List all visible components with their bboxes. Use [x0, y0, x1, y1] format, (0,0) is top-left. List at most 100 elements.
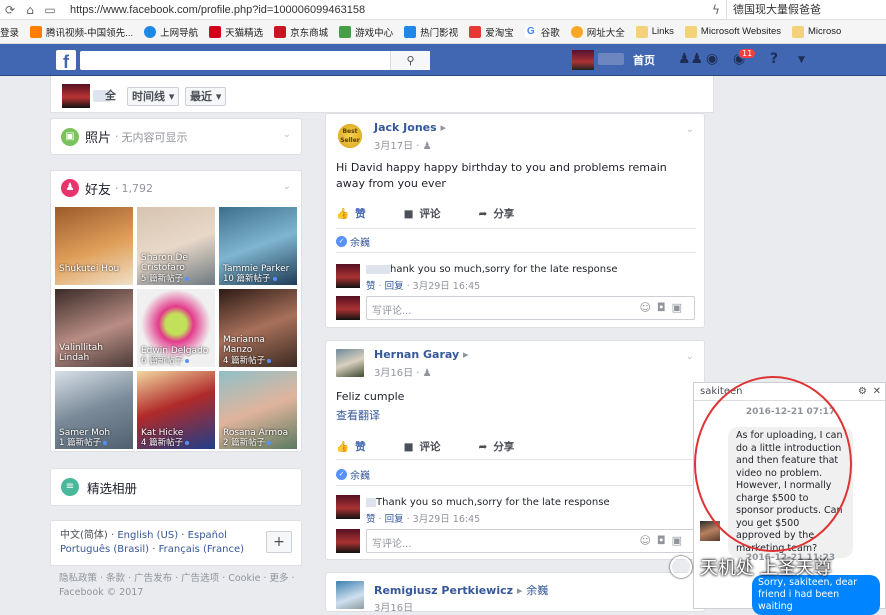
comment-input-icons[interactable]: ☺◘▣: [639, 301, 688, 314]
post-date[interactable]: 3月16日 · ♟: [374, 364, 432, 379]
chevron-down-icon[interactable]: ⌄: [283, 181, 291, 192]
footer-links[interactable]: 隐私政策 · 条款 · 广告发布 · 广告选项 · Cookie · 更多 ·: [59, 572, 299, 586]
friend-tile[interactable]: Rosana Armoa 2 篇新帖子: [219, 371, 297, 449]
post-likes[interactable]: ✓ 余巍: [336, 467, 370, 482]
thumbs-up-icon: 👍: [336, 208, 350, 220]
post-author-avatar[interactable]: Best Seller: [336, 122, 364, 150]
reload-icon[interactable]: ⟳: [0, 3, 20, 17]
friend-requests-icon[interactable]: ♟♟: [678, 51, 703, 67]
like-button[interactable]: 👍 赞: [336, 439, 366, 459]
friend-tile[interactable]: Edwin Delgado 6 篇新帖子: [137, 289, 215, 367]
share-button[interactable]: ➦ 分享: [479, 439, 515, 459]
post-author-name[interactable]: Remigiusz Pertkiewicz ▸ 余巍: [374, 582, 548, 598]
share-button[interactable]: ➦ 分享: [479, 206, 515, 226]
tab-timeline[interactable]: 时间线 ▾: [127, 87, 180, 106]
post-author-name[interactable]: Hernan Garay ▸: [374, 348, 469, 361]
jd-icon: [274, 25, 287, 38]
bookmark-item[interactable]: 登录: [0, 25, 19, 39]
home-link[interactable]: 首页: [633, 52, 655, 68]
reader-icon[interactable]: ▭: [40, 3, 60, 17]
comment-button[interactable]: ■ 评论: [404, 206, 441, 226]
my-avatar: [336, 529, 360, 553]
profile-name-blurred[interactable]: [598, 53, 624, 65]
comment-like-link[interactable]: 赞: [366, 281, 376, 292]
folder-icon: [792, 25, 804, 38]
tmall-icon: [209, 25, 222, 38]
help-icon[interactable]: ?: [770, 51, 778, 67]
language-option[interactable]: Español: [188, 530, 227, 541]
comment-reply-link[interactable]: 回复: [385, 514, 404, 525]
search-box[interactable]: 德国现大量假爸爸: [726, 0, 886, 20]
albums-title[interactable]: 精选相册: [87, 478, 137, 497]
bookmark-folder[interactable]: Links: [635, 25, 674, 38]
chevron-down-icon[interactable]: ⌄: [686, 351, 694, 362]
site-directory-icon: [570, 25, 583, 38]
bookmark-folder[interactable]: Microso: [792, 25, 841, 38]
chevron-down-icon[interactable]: ⌄: [686, 124, 694, 135]
like-button[interactable]: 👍 赞: [336, 206, 366, 226]
see-translation-link[interactable]: 查看翻译: [336, 408, 696, 424]
tab-recent[interactable]: 最近 ▾: [185, 87, 227, 106]
bookmark-item[interactable]: 游戏中心: [339, 25, 393, 39]
commenter-avatar[interactable]: [336, 264, 360, 288]
friend-tile[interactable]: Marianna Manzo 4 篇新帖子: [219, 289, 297, 367]
video-icon: [404, 25, 417, 38]
bookmark-item[interactable]: 京东商城: [274, 25, 328, 39]
albums-card[interactable]: ≡ 精选相册: [50, 468, 302, 506]
comment-input[interactable]: 写评论... ☺◘▣: [366, 529, 695, 553]
post-author-avatar[interactable]: [336, 349, 364, 377]
close-icon[interactable]: ✕: [873, 383, 881, 401]
post-date[interactable]: 3月17日 · ♟: [374, 137, 432, 152]
commenter-avatar[interactable]: [336, 495, 360, 519]
facebook-logo[interactable]: f: [56, 50, 76, 70]
bookmark-item[interactable]: 爱淘宝: [469, 25, 514, 39]
friend-tile[interactable]: Kat Hicke 4 篇新帖子: [137, 371, 215, 449]
friend-tile[interactable]: Sharon De Cristofaro 5 篇新帖子: [137, 207, 215, 285]
search-input[interactable]: ⚲: [80, 51, 430, 70]
profile-avatar[interactable]: [572, 50, 594, 70]
chevron-down-icon[interactable]: ⌄: [283, 129, 291, 140]
friend-tile[interactable]: Samer Moh 1 篇新帖子: [55, 371, 133, 449]
wechat-icon: [670, 556, 692, 578]
comment-button[interactable]: ■ 评论: [404, 439, 441, 459]
language-option[interactable]: English (US): [117, 530, 178, 541]
photos-title[interactable]: 照片: [85, 127, 111, 146]
friends-title[interactable]: 好友: [85, 179, 111, 198]
friend-tile[interactable]: Valinllitah Lindah: [55, 289, 133, 367]
friends-icon: ♟: [61, 179, 79, 197]
post-author-name[interactable]: Jack Jones ▸: [374, 121, 446, 134]
post-author-avatar[interactable]: [336, 581, 364, 609]
post-likes[interactable]: ✓ 余巍: [336, 234, 370, 249]
bookmark-item[interactable]: 网址大全: [570, 25, 625, 39]
tab-all[interactable]: 全: [101, 87, 120, 106]
bookmark-item[interactable]: G 谷歌: [524, 25, 560, 39]
like-icon: ✓: [336, 469, 347, 480]
gear-icon[interactable]: ⚙: [858, 383, 867, 401]
address-bar[interactable]: https://www.facebook.com/profile.php?id=…: [70, 4, 706, 16]
comment-like-link[interactable]: 赞: [366, 514, 376, 525]
messenger-icon[interactable]: ◉: [706, 51, 718, 67]
comment-reply-link[interactable]: 回复: [385, 281, 404, 292]
bookmark-item[interactable]: 热门影视: [404, 25, 458, 39]
photos-icon: ▣: [61, 127, 79, 146]
bookmark-item[interactable]: 天猫精选: [209, 25, 263, 39]
home-icon[interactable]: ⌂: [20, 3, 40, 17]
friend-tile[interactable]: Shukutei Hou: [55, 207, 133, 285]
google-icon: G: [524, 25, 537, 38]
comment-input[interactable]: 写评论... ☺◘▣: [366, 296, 695, 320]
post-date[interactable]: 3月16日: [374, 599, 413, 614]
page-footer: 隐私政策 · 条款 · 广告发布 · 广告选项 · Cookie · 更多 · …: [59, 572, 299, 600]
search-icon[interactable]: ⚲: [390, 51, 430, 70]
bookmark-folder[interactable]: Microsoft Websites: [684, 25, 781, 38]
bookmark-item[interactable]: 上网导航: [144, 25, 198, 39]
lightning-icon[interactable]: ϟ: [706, 3, 726, 17]
bookmark-item[interactable]: 腾讯视频-中国领先...: [30, 25, 133, 39]
friend-tile[interactable]: Tammie Parker 10 篇新帖子: [219, 207, 297, 285]
account-menu-icon[interactable]: ▼: [798, 55, 805, 65]
comment-input-icons[interactable]: ☺◘▣: [639, 534, 688, 547]
add-language-button[interactable]: +: [266, 531, 292, 553]
language-option[interactable]: Français (France): [159, 544, 244, 555]
timeline-avatar[interactable]: [62, 84, 90, 108]
photos-card: ▣ 照片 · 无内容可显示 ⌄: [50, 118, 302, 155]
language-option[interactable]: Português (Brasil): [60, 544, 149, 555]
